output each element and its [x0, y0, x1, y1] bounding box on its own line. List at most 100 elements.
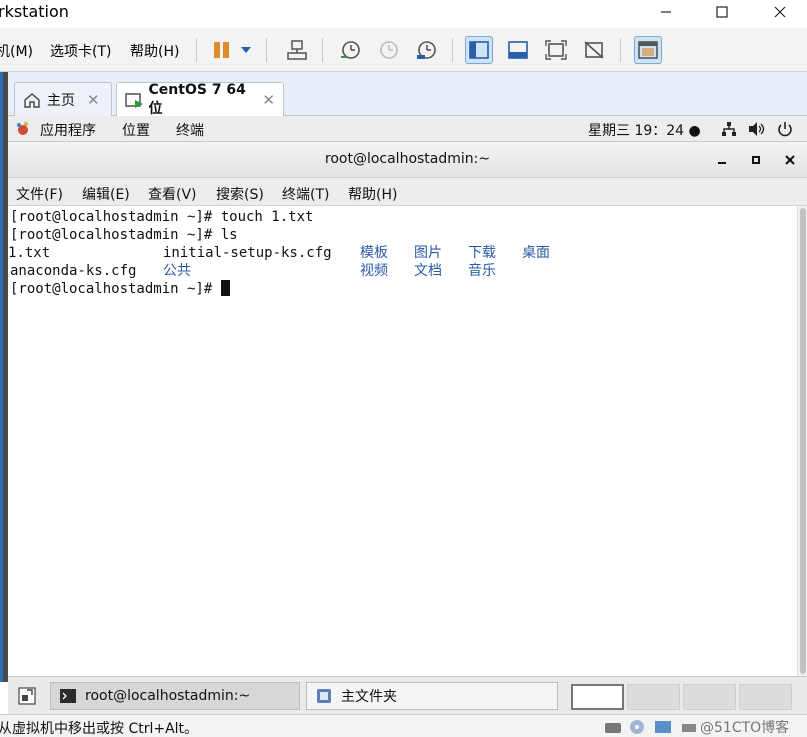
shell-prompt: [root@localhostadmin ~]# — [10, 281, 221, 297]
library-sidebar-accent — [0, 72, 3, 682]
tab-centos-label: CentOS 7 64 位 — [148, 81, 246, 117]
ls-dir: 下载 — [468, 245, 496, 261]
ls-dir: 模板 — [360, 245, 388, 261]
fullscreen-button[interactable] — [542, 36, 570, 64]
revert-snapshot-button[interactable] — [374, 36, 402, 64]
terminal-menu-edit[interactable]: 编辑(E) — [82, 184, 130, 204]
menu-tabs[interactable]: 选项卡(T) — [50, 41, 111, 61]
snapshot-manager-button[interactable] — [412, 36, 440, 64]
terminal-app-menu[interactable]: 终端 — [176, 120, 204, 140]
scrollbar-thumb[interactable] — [800, 208, 806, 674]
close-icon — [785, 155, 795, 165]
ls-dir: 文档 — [414, 263, 442, 279]
toolbar-separator — [266, 38, 267, 62]
ls-dir: 视频 — [360, 263, 388, 279]
terminal-menu-help[interactable]: 帮助(H) — [348, 184, 397, 204]
tab-centos[interactable]: CentOS 7 64 位 ✕ — [116, 81, 284, 117]
taskbar-home-folder[interactable]: 主文件夹 — [306, 682, 558, 710]
ls-file: initial-setup-ks.cfg — [163, 245, 332, 261]
maximize-button[interactable] — [694, 0, 750, 24]
text-cursor — [220, 280, 230, 296]
thumbnail-bar-button[interactable] — [504, 36, 532, 64]
workspace-2[interactable] — [627, 684, 680, 710]
terminal-scrollbar[interactable] — [797, 206, 807, 676]
network-icon — [287, 40, 307, 60]
close-icon — [774, 6, 786, 18]
close-tab-icon[interactable]: ✕ — [87, 91, 100, 109]
close-tab-icon[interactable]: ✕ — [262, 91, 275, 109]
ls-dir: 桌面 — [522, 245, 550, 261]
chevron-down-icon — [241, 47, 251, 53]
watermark: @51CTO博客 — [700, 720, 790, 736]
terminal-menu-file[interactable]: 文件(F) — [16, 184, 63, 204]
terminal-menu-search[interactable]: 搜索(S) — [216, 184, 264, 204]
minimize-icon — [661, 11, 671, 13]
pause-button[interactable] — [208, 36, 236, 64]
snapshot-manager-icon — [417, 41, 436, 59]
minimize-button[interactable] — [638, 0, 694, 24]
menu-vm[interactable]: 机(M) — [0, 41, 33, 61]
unity-icon — [584, 41, 604, 59]
ls-file: anaconda-ks.cfg — [10, 263, 137, 279]
shell-prompt: [root@localhostadmin ~]# — [10, 209, 221, 225]
thumbnail-bar-icon — [508, 41, 528, 59]
gnome-top-panel: 应用程序 位置 终端 星期三 19：24 ● — [8, 116, 807, 142]
maximize-icon — [716, 6, 728, 18]
terminal-minimize-button[interactable] — [712, 150, 732, 170]
pause-icon — [214, 42, 229, 58]
terminal-close-button[interactable] — [780, 150, 800, 170]
gnome-foot-icon — [14, 120, 32, 138]
show-library-button[interactable] — [465, 36, 493, 64]
tab-home[interactable]: 主页 ✕ — [14, 82, 112, 116]
terminal-title: root@localhostadmin:~ — [324, 151, 491, 167]
console-view-button[interactable] — [634, 36, 662, 64]
show-desktop-icon[interactable] — [18, 687, 36, 705]
workspace-3[interactable] — [683, 684, 736, 710]
console-view-icon — [638, 41, 658, 59]
snapshot-icon — [341, 41, 360, 59]
tab-home-label: 主页 — [47, 92, 75, 109]
gnome-bottom-panel: root@localhostadmin:~ 主文件夹 — [8, 676, 807, 714]
network-status-icon[interactable] — [720, 120, 738, 138]
terminal-line: [root@localhostadmin ~]# touch 1.txt — [10, 208, 313, 226]
power-icon[interactable] — [776, 120, 794, 138]
places-menu[interactable]: 位置 — [122, 120, 150, 140]
terminal-icon — [60, 689, 76, 703]
status-message: 从虚拟机中移出或按 Ctrl+Alt。 — [0, 721, 199, 737]
send-keys-button[interactable] — [283, 36, 311, 64]
terminal-maximize-button[interactable] — [746, 150, 766, 170]
clock[interactable]: 星期三 19：24 ● — [588, 120, 701, 140]
ls-dir: 图片 — [414, 245, 442, 261]
file-manager-icon — [317, 689, 331, 703]
vmware-title-bar: rkstation — [0, 0, 807, 28]
power-dropdown[interactable] — [236, 36, 256, 64]
unity-button[interactable] — [580, 36, 608, 64]
workspace-1[interactable] — [571, 684, 624, 710]
close-button[interactable] — [752, 0, 807, 24]
ls-dir: 公共 — [163, 263, 191, 279]
taskbar-terminal[interactable]: root@localhostadmin:~ — [50, 682, 300, 710]
terminal-menu-terminal[interactable]: 终端(T) — [282, 184, 329, 204]
vmware-status-bar: 从虚拟机中移出或按 Ctrl+Alt。 @51CTO博客 — [0, 714, 807, 737]
volume-icon[interactable] — [748, 120, 766, 138]
menu-help[interactable]: 帮助(H) — [130, 41, 179, 61]
cd-rom-icon[interactable] — [628, 719, 646, 735]
shell-command: ls — [220, 227, 238, 243]
vm-tab-bar: 主页 ✕ CentOS 7 64 位 ✕ — [8, 72, 807, 117]
revert-snapshot-icon — [380, 41, 398, 59]
workspace-4[interactable] — [739, 684, 792, 710]
minimize-icon — [718, 162, 726, 164]
toolbar-separator — [322, 38, 323, 62]
snapshot-button[interactable] — [336, 36, 364, 64]
ls-dir: 音乐 — [468, 263, 496, 279]
taskbar-home-folder-label: 主文件夹 — [341, 689, 397, 705]
home-icon — [24, 92, 40, 108]
applications-menu[interactable]: 应用程序 — [40, 120, 96, 140]
terminal-menu-view[interactable]: 查看(V) — [148, 184, 197, 204]
terminal-menubar: 文件(F) 编辑(E) 查看(V) 搜索(S) 终端(T) 帮助(H) — [8, 178, 807, 206]
printer-icon[interactable] — [680, 719, 698, 735]
network-adapter-icon[interactable] — [654, 719, 672, 735]
vmware-toolbar: 机(M) 选项卡(T) 帮助(H) — [0, 28, 807, 72]
terminal-output[interactable]: [root@localhostadmin ~]# touch 1.txt [ro… — [8, 206, 797, 676]
hard-disk-icon[interactable] — [604, 719, 622, 735]
